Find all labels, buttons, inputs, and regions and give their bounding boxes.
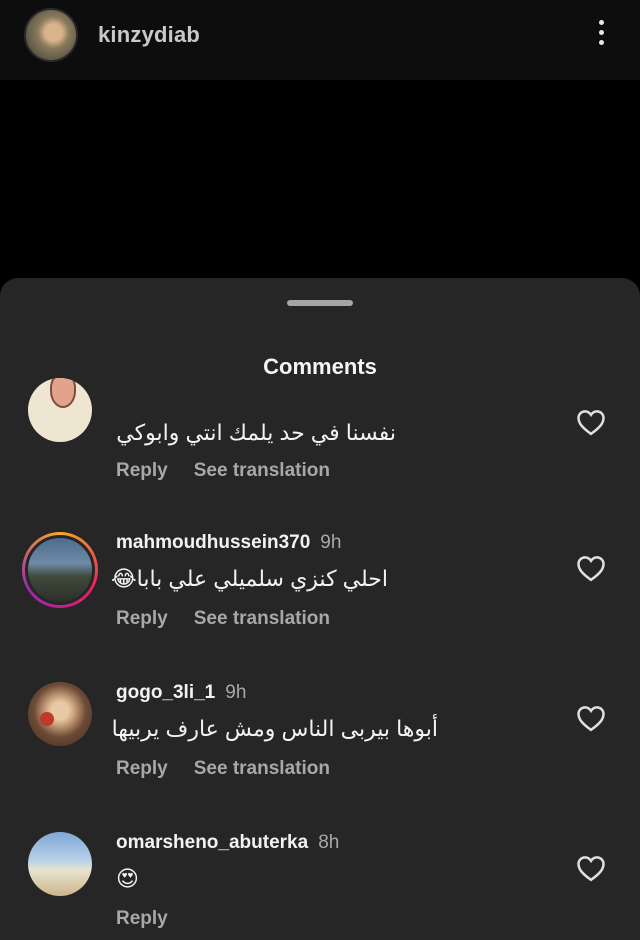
heart-icon[interactable] — [576, 854, 606, 882]
comment-actions: Reply — [116, 908, 168, 930]
see-translation-button[interactable]: See translation — [194, 758, 330, 779]
comment-time: 9h — [320, 532, 342, 553]
comment-username[interactable]: gogo_3li_1 9h — [116, 682, 246, 704]
comment-text: نفسنا في حد يلمك انتي وابوكي — [116, 420, 396, 445]
comment-actions: Reply See translation — [116, 460, 330, 482]
heart-icon[interactable] — [576, 408, 606, 436]
see-translation-button[interactable]: See translation — [194, 460, 330, 481]
comment-actions: Reply See translation — [116, 758, 330, 780]
comment-username[interactable]: mahmoudhussein370 9h — [116, 532, 341, 554]
reply-button[interactable]: Reply — [116, 908, 168, 929]
comment-text: احلي كنزي سلميلي علي بابا😂 — [110, 566, 388, 591]
reply-button[interactable]: Reply — [116, 608, 168, 629]
comment-time: 9h — [225, 682, 247, 703]
commenter-avatar[interactable] — [28, 682, 92, 746]
comment-text: أبوها بيربى الناس ومش عارف يربيها — [111, 716, 438, 741]
heart-icon[interactable] — [576, 554, 606, 582]
comment-username[interactable]: omarsheno_abuterka 8h — [116, 832, 339, 854]
comment-actions: Reply See translation — [116, 608, 330, 630]
username-text[interactable]: mahmoudhussein370 — [116, 532, 310, 553]
reply-button[interactable]: Reply — [116, 460, 168, 481]
commenter-avatar[interactable] — [22, 532, 98, 608]
commenter-avatar[interactable] — [28, 832, 92, 896]
profile-username[interactable]: kinzydiab — [98, 22, 200, 48]
profile-header: kinzydiab — [0, 0, 640, 80]
profile-avatar[interactable] — [24, 8, 78, 62]
commenter-avatar[interactable] — [28, 378, 92, 442]
comments-sheet: Comments نفسنا في حد يلمك انتي وابوكي Re… — [0, 278, 640, 940]
comment-time: 8h — [318, 832, 340, 853]
heart-icon[interactable] — [576, 704, 606, 732]
username-text[interactable]: gogo_3li_1 — [116, 682, 215, 703]
comments-list: نفسنا في حد يلمك انتي وابوكي Reply See tr… — [0, 278, 640, 940]
comment-text: 😍 — [116, 866, 139, 891]
more-vertical-icon[interactable] — [596, 20, 606, 50]
see-translation-button[interactable]: See translation — [194, 608, 330, 629]
reply-button[interactable]: Reply — [116, 758, 168, 779]
username-text[interactable]: omarsheno_abuterka — [116, 832, 308, 853]
